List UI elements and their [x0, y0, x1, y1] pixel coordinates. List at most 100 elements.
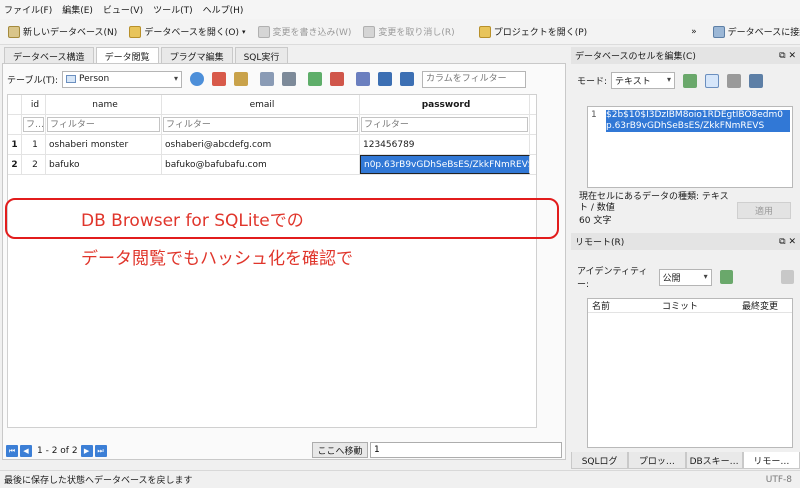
filter-row-spacer	[8, 115, 22, 134]
tab-execute-sql[interactable]: SQL実行	[234, 47, 289, 63]
identity-row: アイデンティティー: 公開 ▾	[571, 250, 800, 298]
chevron-down-icon: ▾	[174, 73, 179, 83]
import-export-icon[interactable]	[749, 73, 764, 88]
prev-page-icon[interactable]: ◀	[20, 445, 32, 457]
remote-settings-icon[interactable]	[780, 270, 794, 284]
menu-view[interactable]: ビュー(V)	[103, 3, 143, 16]
word-wrap-icon[interactable]	[727, 73, 742, 88]
panel-controls[interactable]: ⧉ ✕	[779, 51, 796, 61]
tab-sql-log[interactable]: SQLログ	[571, 452, 629, 469]
record-count: 1 - 2 of 2	[37, 446, 78, 456]
column-header-commit[interactable]: コミット	[658, 299, 738, 312]
cell-name[interactable]: bafuko	[46, 155, 162, 174]
remote-body: アイデンティティー: 公開 ▾ 名前 コミット 最終変更	[571, 250, 800, 452]
data-size-text: 60 文字	[579, 216, 612, 226]
identity-select[interactable]: 公開 ▾	[658, 268, 712, 286]
status-bar: 最後に保存した状態へデータベースを戻します UTF-8	[0, 470, 800, 488]
column-header-name[interactable]: 名前	[588, 299, 658, 312]
menu-file[interactable]: ファイル(F)	[4, 3, 52, 16]
remote-list[interactable]: 名前 コミット 最終変更	[587, 298, 793, 448]
cell-id[interactable]: 1	[22, 135, 46, 154]
tab-edit-pragmas[interactable]: プラグマ編集	[160, 47, 233, 63]
filter-cell-id	[22, 115, 46, 134]
column-header-id[interactable]: id	[22, 95, 46, 114]
tab-database-structure[interactable]: データベース構造	[4, 47, 94, 63]
open-database-icon	[129, 25, 142, 38]
column-header-last-modified[interactable]: 最終変更	[738, 299, 778, 312]
clear-filters-icon[interactable]	[212, 72, 227, 86]
mode-select[interactable]: テキスト ▾	[611, 72, 676, 89]
cell-editor[interactable]: 1 $2b$10$I3DzIBM8oio1RDEgtIBO8edm0p.63rB…	[587, 106, 793, 188]
remote-panel: リモート(R) ⧉ ✕ アイデンティティー: 公開 ▾ 名前 コミット 最終変更	[571, 233, 800, 452]
print-icon[interactable]	[260, 72, 275, 86]
column-header-name[interactable]: name	[46, 95, 162, 114]
filter-name-input[interactable]	[47, 117, 160, 132]
apply-button[interactable]: 適用	[737, 202, 791, 219]
cell-name[interactable]: oshaberi monster	[46, 135, 162, 154]
cell-id[interactable]: 2	[22, 155, 46, 174]
menu-help[interactable]: ヘルプ(H)	[203, 3, 244, 16]
last-page-icon[interactable]: ⏭	[94, 445, 107, 457]
find-icon[interactable]	[400, 72, 415, 86]
delete-record-icon[interactable]	[330, 72, 345, 86]
open-database-button[interactable]: データベースを開く(O) ▾	[125, 22, 249, 42]
filter-id-input[interactable]	[23, 117, 44, 132]
corner-cell[interactable]	[8, 95, 22, 114]
panel-controls[interactable]: ⧉ ✕	[779, 237, 796, 247]
cell-email[interactable]: bafuko@bafubafu.com	[162, 155, 360, 174]
new-database-button[interactable]: 新しいデータベース(N)	[4, 22, 121, 42]
connect-database-button[interactable]: データベースに接続(A)	[709, 22, 800, 42]
next-page-icon[interactable]: ▶	[80, 445, 93, 457]
column-filter-input[interactable]	[422, 70, 527, 88]
toolbar: 新しいデータベース(N) データベースを開く(O) ▾ 変更を書き込み(W) 変…	[0, 19, 800, 45]
table-select[interactable]: Person ▾	[62, 70, 183, 88]
save-filter-icon[interactable]	[234, 72, 249, 86]
toolbar-overflow-button[interactable]: »	[691, 27, 697, 37]
refresh-icon[interactable]	[190, 72, 205, 86]
filter-email-input[interactable]	[163, 117, 358, 132]
new-database-icon	[8, 25, 20, 38]
tab-remote[interactable]: リモー…	[742, 452, 800, 469]
insert-record-icon[interactable]	[308, 72, 323, 86]
identity-label: アイデンティティー:	[577, 267, 648, 290]
write-changes-button[interactable]: 変更を書き込み(W)	[254, 22, 356, 42]
chevron-down-icon[interactable]: ▾	[242, 28, 246, 36]
text-mode-icon[interactable]	[705, 73, 720, 88]
menu-edit[interactable]: 編集(E)	[62, 3, 93, 16]
cell-email[interactable]: oshaberi@abcdefg.com	[162, 135, 360, 154]
filter-cell-name	[46, 115, 162, 134]
add-identity-icon[interactable]	[719, 270, 733, 284]
dock-tabs: SQLログ プロッ… DBスキー… リモー…	[571, 452, 800, 469]
revert-changes-button[interactable]: 変更を取り消し(R)	[359, 22, 458, 42]
table-row[interactable]: 1 1 oshaberi monster oshaberi@abcdefg.co…	[8, 135, 536, 155]
row-number[interactable]: 2	[8, 155, 22, 174]
tab-plot[interactable]: プロッ…	[628, 452, 686, 469]
open-project-button[interactable]: プロジェクトを開く(P)	[475, 22, 591, 42]
edit-cell-body: モード: テキスト ▾ 1 $2b$10$I3DzIBM8oio1RDEgtIB…	[571, 64, 800, 236]
edit-cell-title-bar: データベースのセルを編集(C) ⧉ ✕	[571, 47, 800, 64]
cell-editor-text[interactable]: $2b$10$I3DzIBM8oio1RDEgtIBO8edm0p.63rB9v…	[606, 110, 790, 132]
column-header-password[interactable]: password	[360, 95, 530, 114]
cell-password-selected[interactable]: n0p.63rB9vGDhSeBsES/ZkkFNmREVS	[360, 155, 530, 174]
filter-password-input[interactable]	[361, 117, 528, 132]
row-number[interactable]: 1	[8, 135, 22, 154]
table-row[interactable]: 2 2 bafuko bafuko@bafubafu.com n0p.63rB9…	[8, 155, 536, 175]
export-icon[interactable]	[282, 72, 297, 86]
first-page-icon[interactable]: ⏮	[6, 445, 18, 457]
font-icon[interactable]	[356, 72, 371, 86]
menu-tools[interactable]: ツール(T)	[153, 3, 193, 16]
tab-browse-data[interactable]: データ閲覧	[95, 47, 159, 64]
column-header-email[interactable]: email	[162, 95, 360, 114]
tab-db-schema[interactable]: DBスキー…	[685, 452, 743, 469]
menubar: ファイル(F) 編集(E) ビュー(V) ツール(T) ヘルプ(H)	[0, 0, 800, 19]
goto-button[interactable]: ここへ移動	[312, 442, 368, 458]
cell-password[interactable]: 123456789	[360, 135, 530, 154]
goto-input[interactable]	[370, 442, 562, 458]
database-link-icon	[712, 25, 725, 38]
auto-switch-icon[interactable]	[683, 73, 698, 88]
copy-icon[interactable]	[378, 72, 393, 86]
write-changes-icon	[257, 25, 270, 38]
filter-cell-email	[162, 115, 360, 134]
mode-row: モード: テキスト ▾	[571, 64, 800, 97]
open-project-icon	[478, 25, 491, 38]
